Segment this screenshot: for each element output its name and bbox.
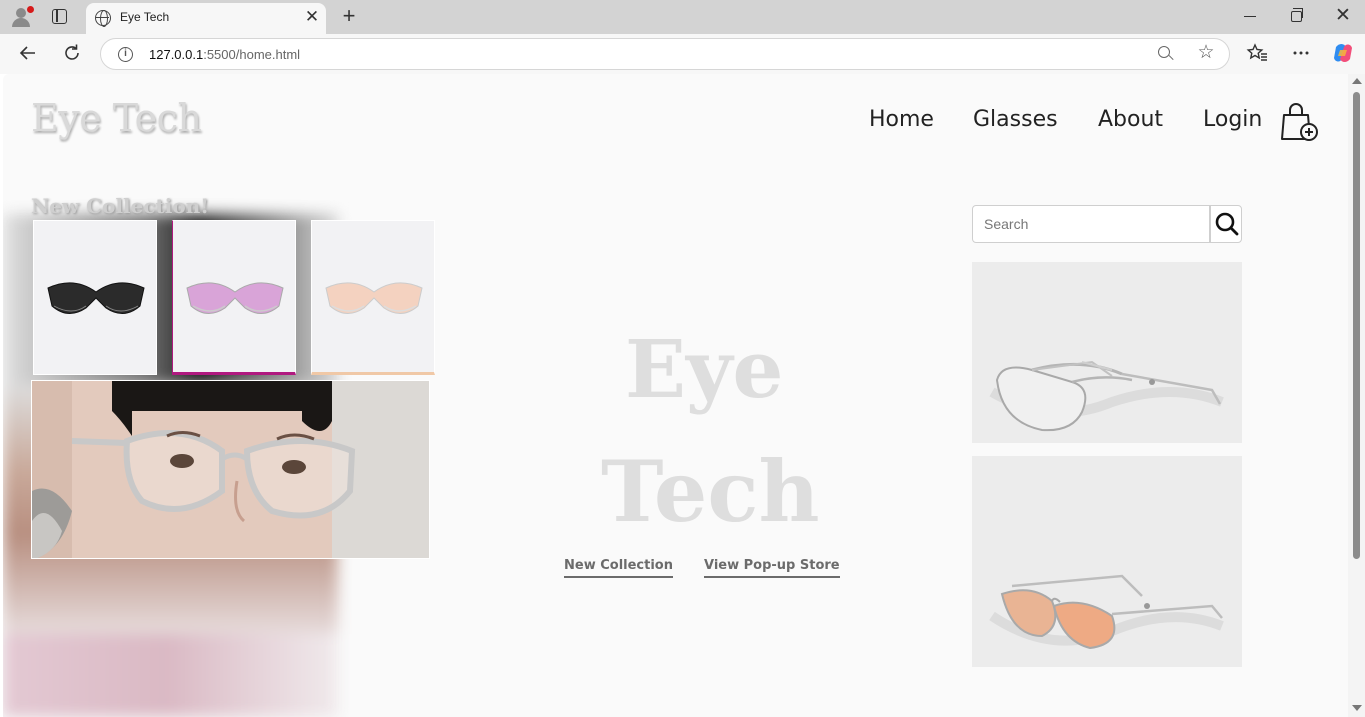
product-card-clear-glasses[interactable] — [972, 262, 1242, 443]
view-popup-store-link[interactable]: View Pop-up Store — [704, 558, 840, 578]
collection-thumbnail-pink[interactable] — [172, 220, 296, 375]
tab-actions-icon[interactable] — [52, 9, 67, 24]
search-input[interactable] — [972, 205, 1210, 243]
minimize-button[interactable] — [1244, 16, 1256, 18]
scroll-down-icon[interactable] — [1352, 705, 1362, 711]
refresh-icon[interactable] — [60, 41, 84, 65]
new-tab-button[interactable]: + — [338, 4, 360, 28]
nav-about[interactable]: About — [1098, 107, 1163, 132]
browser-toolbar: i 127.0.0.1:5500/home.html ☆ — [0, 34, 1365, 74]
url-text: 127.0.0.1:5500/home.html — [149, 47, 301, 62]
address-bar[interactable]: i 127.0.0.1:5500/home.html ☆ — [100, 38, 1230, 70]
tab-title: Eye Tech — [120, 10, 170, 24]
close-tab-icon[interactable]: ✕ — [302, 7, 322, 27]
favorite-star-icon[interactable]: ☆ — [1195, 42, 1217, 64]
nav-glasses[interactable]: Glasses — [973, 107, 1058, 132]
nav-home[interactable]: Home — [869, 107, 934, 132]
page-scrollbar[interactable] — [1348, 74, 1365, 717]
scroll-up-icon[interactable] — [1352, 78, 1362, 84]
profile-icon[interactable] — [10, 6, 34, 28]
product-card-orange-glasses[interactable] — [972, 456, 1242, 667]
zoom-icon[interactable] — [1156, 44, 1176, 64]
restore-button[interactable] — [1291, 8, 1303, 22]
copilot-icon[interactable] — [1331, 41, 1355, 65]
collection-thumbnail-peach[interactable] — [311, 220, 435, 375]
collection-thumbnail-black[interactable] — [33, 220, 157, 375]
browser-tabstrip: Eye Tech ✕ + ✕ — [0, 0, 1365, 34]
hero-word-tech: Tech — [601, 442, 820, 541]
favorites-icon[interactable] — [1246, 41, 1270, 65]
site-info-icon[interactable]: i — [118, 47, 133, 62]
more-icon[interactable] — [1289, 41, 1313, 65]
new-collection-link[interactable]: New Collection — [564, 558, 673, 578]
nav-login[interactable]: Login — [1203, 107, 1262, 132]
new-collection-title: New Collection! — [31, 194, 210, 218]
search-icon[interactable] — [1210, 205, 1242, 243]
back-icon[interactable] — [16, 41, 40, 65]
model-portrait-image — [31, 380, 430, 559]
page-viewport: Eye Tech Home Glasses About Login New Co… — [3, 74, 1348, 717]
shopping-bag-plus-icon[interactable] — [1280, 101, 1320, 143]
close-window-button[interactable]: ✕ — [1333, 4, 1353, 28]
globe-icon — [95, 10, 111, 27]
hero-word-eye: Eye — [625, 322, 784, 416]
browser-tab[interactable]: Eye Tech ✕ — [86, 3, 326, 34]
scroll-thumb[interactable] — [1353, 92, 1360, 559]
site-logo[interactable]: Eye Tech — [31, 96, 202, 140]
